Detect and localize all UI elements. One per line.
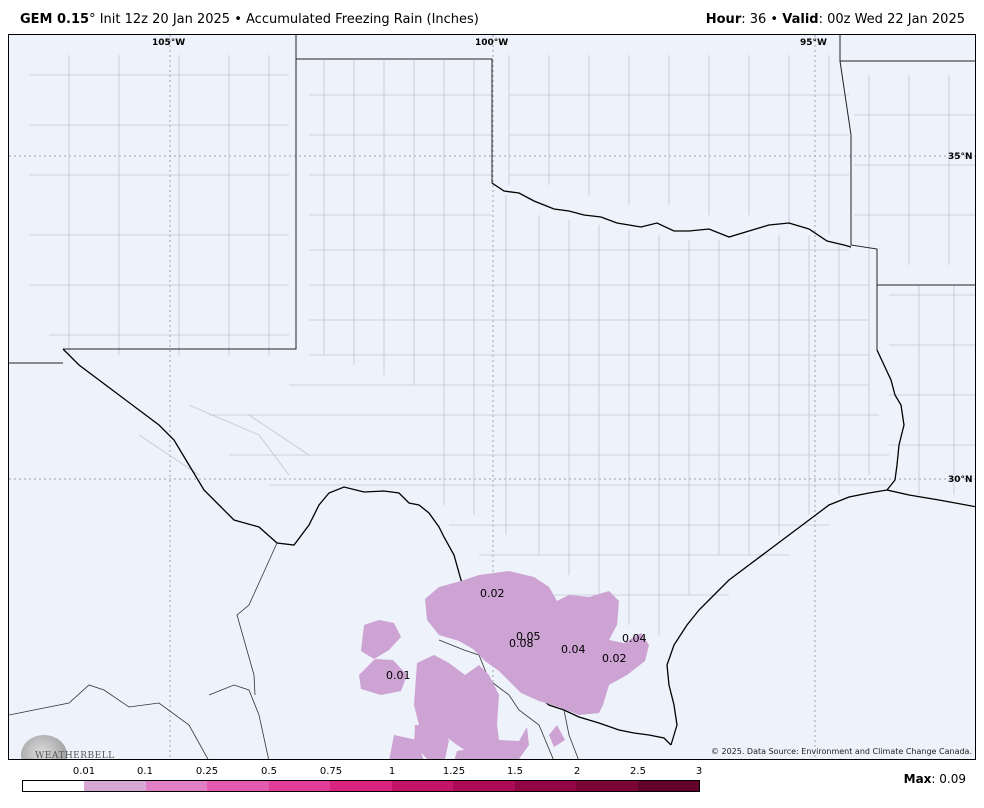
header: GEM 0.15° Init 12z 20 Jan 2025 • Accumul… — [0, 0, 984, 34]
weatherbell-logo: WEATHERBELL — [21, 733, 114, 759]
value-label: 0.02 — [602, 652, 627, 665]
init-text: Init 12z 20 Jan 2025 • Accumulated Freez… — [95, 12, 479, 27]
hour-label: Hour — [705, 12, 742, 27]
shade-small — [549, 725, 565, 747]
legend-tick: 3 — [695, 766, 703, 777]
legend-tick: 0.25 — [195, 766, 219, 777]
legend-tick: 2.5 — [630, 766, 646, 777]
logo-text: WEATHERBELL — [35, 751, 115, 760]
colorbar-seg — [145, 781, 208, 791]
lon-label-95: 95°W — [800, 38, 827, 48]
legend-tick: 2 — [573, 766, 581, 777]
colorbar-seg — [453, 781, 515, 791]
value-label: 0.08 — [509, 637, 534, 650]
max-value: Max: 0.09 — [904, 772, 966, 786]
map-panel: 105°W 100°W 95°W 35°N 30°N 0.02 0.05 0.0… — [8, 34, 976, 760]
colorbar-seg — [23, 781, 85, 791]
value-label: 0.04 — [561, 643, 586, 656]
value-label: 0.04 — [622, 632, 647, 645]
title: GEM 0.15° Init 12z 20 Jan 2025 • Accumul… — [20, 12, 479, 27]
legend-tick: 0.75 — [319, 766, 343, 777]
legend-tick: 1.5 — [507, 766, 523, 777]
legend-tick: 1 — [388, 766, 396, 777]
colorbar-seg — [207, 781, 269, 791]
copyright: © 2025. Data Source: Environment and Cli… — [710, 747, 972, 756]
legend-tick: 0.01 — [72, 766, 96, 777]
colorbar-seg — [637, 781, 699, 791]
model-name: GEM 0.15 — [20, 12, 90, 27]
red-river-border — [491, 182, 852, 248]
lat-label-30: 30°N — [948, 475, 973, 485]
border-ks-mo — [839, 35, 975, 62]
colorbar-seg — [514, 781, 577, 791]
valid-info: Hour: 36 • Valid: 00z Wed 22 Jan 2025 — [706, 12, 965, 27]
hour-value: : 36 • — [741, 12, 783, 27]
lon-label-100: 100°W — [475, 38, 508, 48]
state-borders — [9, 35, 975, 364]
value-label: 0.01 — [386, 669, 411, 682]
shade-west-1 — [361, 620, 401, 659]
colorbar-seg — [391, 781, 454, 791]
map-svg: 105°W 100°W 95°W 35°N 30°N 0.02 0.05 0.0… — [9, 35, 975, 759]
county-lines — [29, 55, 975, 635]
colorbar-seg — [576, 781, 638, 791]
border-nm-tx — [63, 59, 297, 350]
valid-label: Valid — [782, 12, 819, 27]
max-label: Max — [903, 772, 932, 786]
valid-value: : 00z Wed 22 Jan 2025 — [818, 12, 965, 27]
gulf-coastline — [666, 489, 975, 746]
legend-tick: 1.25 — [442, 766, 466, 777]
colorbar-seg — [330, 781, 392, 791]
lon-label-105: 105°W — [152, 38, 185, 48]
border-nm-ok-panhandle — [295, 35, 493, 183]
legend-tick: 0.5 — [261, 766, 277, 777]
axis-labels: 105°W 100°W 95°W 35°N 30°N — [152, 38, 973, 485]
border-ok-ar-la — [839, 60, 975, 286]
max-number: : 0.09 — [931, 772, 966, 786]
colorbar-seg — [84, 781, 146, 791]
legend-tick: 0.1 — [137, 766, 153, 777]
sabine-river-border — [876, 349, 905, 491]
colorbar-seg — [268, 781, 331, 791]
value-label: 0.02 — [480, 587, 505, 600]
colorbar — [22, 780, 700, 792]
lat-label-35: 35°N — [948, 152, 973, 162]
